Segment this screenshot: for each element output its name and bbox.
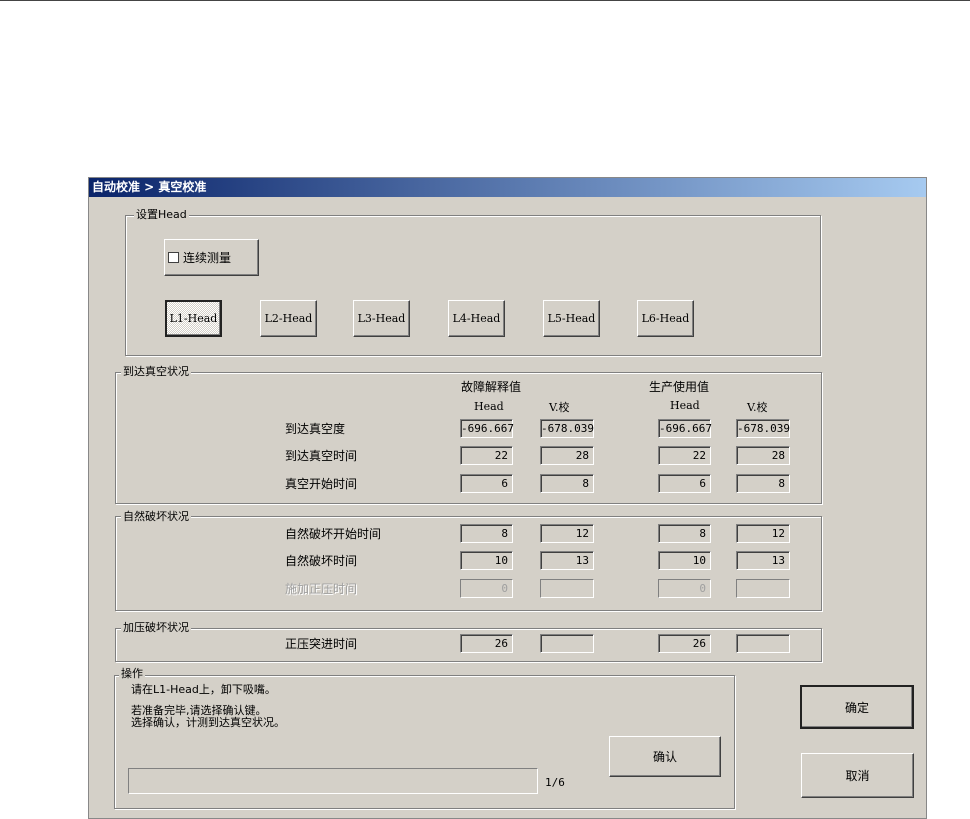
- col-head-1: Head: [474, 400, 504, 413]
- value-field[interactable]: 0: [460, 579, 513, 598]
- value-field[interactable]: -696.667: [460, 419, 514, 438]
- instruction-line-3: 选择确认，计测到达真空状况。: [131, 716, 285, 729]
- fault-values-header: 故障解释值: [461, 380, 522, 394]
- head-button-5[interactable]: L5-Head: [543, 300, 600, 337]
- top-divider: [0, 0, 970, 1]
- vacuum-status-label: 到达真空状况: [121, 365, 191, 378]
- step-counter: 1/6: [545, 776, 565, 789]
- value-field[interactable]: 8: [460, 524, 513, 543]
- cancel-button[interactable]: 取消: [801, 753, 914, 798]
- continuous-measure-checkbox[interactable]: 连续测量: [164, 239, 259, 276]
- head-button-2[interactable]: L2-Head: [260, 300, 317, 337]
- row-label: 自然破坏开始时间: [285, 527, 382, 541]
- head-button-4[interactable]: L4-Head: [448, 300, 505, 337]
- head-button-6[interactable]: L6-Head: [637, 300, 694, 337]
- value-field[interactable]: 8: [540, 474, 594, 493]
- value-field[interactable]: 12: [540, 524, 594, 543]
- value-field[interactable]: [736, 634, 790, 653]
- checkbox-icon: [168, 252, 179, 263]
- head-button-3[interactable]: L3-Head: [353, 300, 410, 337]
- value-field[interactable]: 26: [658, 634, 711, 653]
- value-field[interactable]: 13: [736, 551, 790, 570]
- value-field[interactable]: 28: [540, 446, 594, 465]
- value-field[interactable]: 28: [736, 446, 790, 465]
- value-field[interactable]: 6: [658, 474, 711, 493]
- col-head-2: Head: [670, 399, 700, 412]
- value-field[interactable]: -678.039: [736, 419, 790, 438]
- confirm-step-button[interactable]: 确认: [609, 736, 721, 777]
- operation-label: 操作: [119, 667, 145, 680]
- head-button-1[interactable]: L1-Head: [165, 300, 222, 337]
- progress-bar: [128, 768, 538, 794]
- value-field[interactable]: 6: [460, 474, 513, 493]
- row-label: 自然破坏时间: [285, 554, 358, 568]
- value-field[interactable]: 13: [540, 551, 594, 570]
- value-field[interactable]: -696.667: [658, 419, 712, 438]
- value-field[interactable]: 8: [658, 524, 711, 543]
- value-field[interactable]: 22: [460, 446, 513, 465]
- row-label: 正压突进时间: [285, 637, 358, 651]
- value-field[interactable]: [540, 579, 594, 598]
- value-field[interactable]: [736, 579, 790, 598]
- value-field[interactable]: 8: [736, 474, 790, 493]
- pressure-break-label: 加压破坏状况: [121, 621, 191, 634]
- value-field[interactable]: -678.039: [540, 419, 594, 438]
- natural-break-label: 自然破坏状况: [121, 510, 191, 523]
- row-label: 到达真空度: [285, 422, 346, 436]
- setup-head-label: 设置Head: [134, 208, 189, 221]
- title-bar: 自动校准 > 真空校准: [89, 178, 926, 197]
- vacuum-calibration-window: 自动校准 > 真空校准 设置Head 连续测量 L1-Head L2-Head L3…: [88, 177, 927, 819]
- row-label: 真空开始时间: [285, 477, 358, 491]
- value-field[interactable]: 0: [658, 579, 711, 598]
- value-field[interactable]: 10: [658, 551, 711, 570]
- value-field[interactable]: 26: [460, 634, 513, 653]
- col-vcal-1: V.校: [549, 401, 570, 414]
- row-label: 到达真空时间: [285, 449, 358, 463]
- col-vcal-2: V.校: [747, 401, 768, 414]
- value-field[interactable]: [540, 634, 594, 653]
- instruction-line-1: 请在L1-Head上，卸下吸嘴。: [131, 683, 276, 696]
- continuous-measure-label: 连续测量: [183, 251, 232, 265]
- row-label: 施加正压时间: [285, 582, 358, 596]
- value-field[interactable]: 12: [736, 524, 790, 543]
- value-field[interactable]: 10: [460, 551, 513, 570]
- value-field[interactable]: 22: [658, 446, 711, 465]
- ok-button[interactable]: 确定: [800, 685, 914, 729]
- production-values-header: 生产使用值: [649, 380, 710, 394]
